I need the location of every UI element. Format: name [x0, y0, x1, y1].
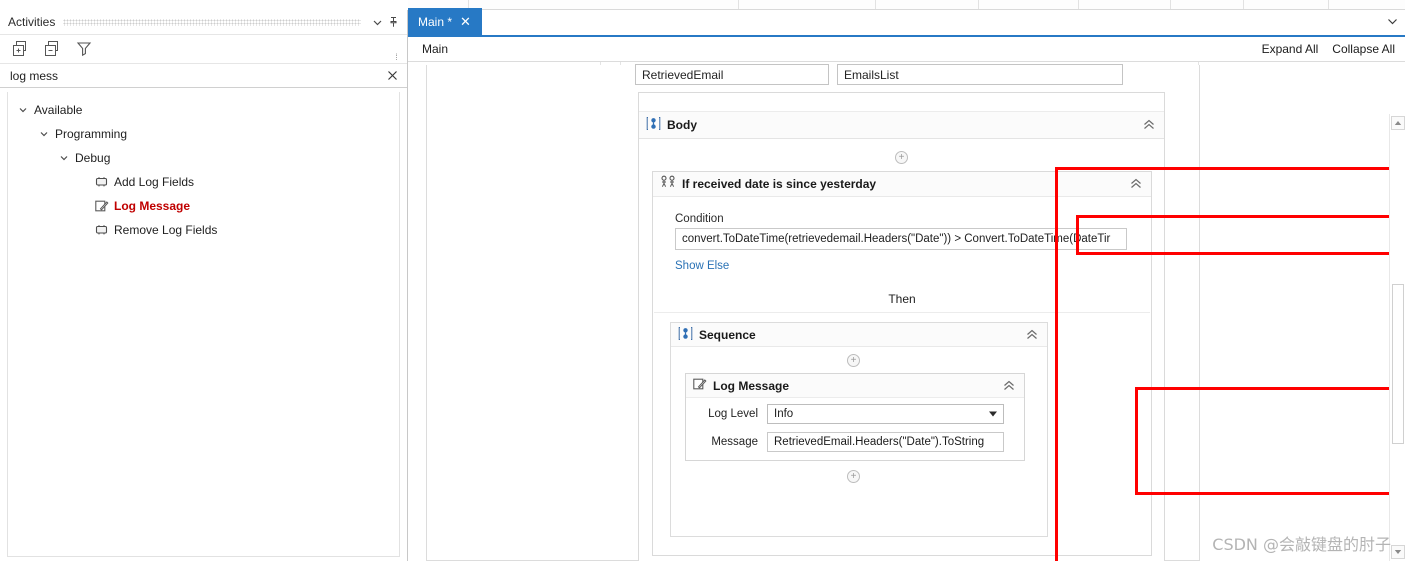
if-activity-header[interactable]: If received date is since yesterday: [653, 172, 1151, 197]
log-level-value: Info: [774, 408, 794, 420]
chevron-down-icon[interactable]: [1379, 8, 1405, 35]
expand-all-icon[interactable]: [10, 39, 30, 59]
log-message-header[interactable]: Log Message: [686, 374, 1024, 398]
expand-all-button[interactable]: Expand All: [1262, 42, 1319, 56]
activity-icon: [92, 222, 110, 238]
tab-strip-spacer: [482, 8, 1379, 35]
chevron-up-icon[interactable]: [1129, 177, 1143, 191]
branch-divider: [654, 312, 1150, 313]
workflow-designer: Main * ✕ Main Expand All Collapse All Re…: [408, 8, 1405, 561]
sequence-activity: Sequence + Log Message Log Level Info Me…: [670, 322, 1048, 537]
body-container: Body + If received date is since yesterd…: [638, 92, 1165, 561]
canvas-vertical-scrollbar[interactable]: [1389, 114, 1405, 561]
if-activity: If received date is since yesterday Cond…: [652, 171, 1152, 556]
close-icon[interactable]: ✕: [460, 15, 471, 28]
show-else-link[interactable]: Show Else: [675, 260, 729, 272]
chevron-down-icon: [989, 411, 997, 417]
sequence-title: Sequence: [699, 327, 756, 342]
tab-label: Main *: [418, 14, 453, 29]
search-input[interactable]: log mess: [10, 69, 385, 83]
close-icon[interactable]: [385, 69, 399, 83]
tree-item-label: Add Log Fields: [114, 175, 195, 189]
activity-icon: [92, 174, 110, 190]
breadcrumb[interactable]: Main: [422, 42, 448, 56]
add-activity-node[interactable]: +: [895, 151, 908, 164]
pin-icon[interactable]: [385, 14, 401, 30]
body-title: Body: [667, 118, 697, 132]
message-label: Message: [711, 436, 758, 448]
tree-item-label: Remove Log Fields: [114, 223, 218, 237]
chevron-up-icon[interactable]: [1025, 328, 1039, 342]
if-activity-title: If received date is since yesterday: [682, 177, 877, 191]
log-level-label: Log Level: [708, 408, 758, 420]
log-message-activity: Log Message Log Level Info Message Retri…: [685, 373, 1025, 461]
argument-field-retrieved-email[interactable]: RetrievedEmail: [635, 64, 829, 85]
workflow-canvas[interactable]: RetrievedEmail EmailsList Body + If rece…: [408, 62, 1405, 561]
argument-field-emails-list[interactable]: EmailsList: [837, 64, 1123, 85]
condition-label: Condition: [675, 213, 724, 225]
chevron-up-icon[interactable]: [1142, 118, 1156, 132]
chevron-down-icon[interactable]: [57, 151, 71, 165]
tree-item-log-message[interactable]: Log Message: [8, 194, 399, 218]
body-top-strip: [639, 93, 1164, 112]
tree-item-remove-log-fields[interactable]: Remove Log Fields: [8, 218, 399, 242]
application-window: Activities ⁞ log mess Available Programm…: [0, 0, 1405, 561]
collapse-all-icon[interactable]: [42, 39, 62, 59]
if-icon: [660, 175, 676, 193]
chevron-down-icon[interactable]: [369, 14, 385, 30]
scroll-down-icon[interactable]: [1391, 545, 1405, 559]
message-row: Message RetrievedEmail.Headers("Date").T…: [686, 430, 1024, 454]
log-level-row: Log Level Info: [686, 402, 1024, 426]
log-message-icon: [92, 198, 110, 214]
breadcrumb-bar: Main Expand All Collapse All: [408, 37, 1405, 62]
watermark: CSDN @会敲键盘的肘子: [1212, 535, 1391, 554]
add-activity-node[interactable]: +: [847, 354, 860, 367]
tree-group-debug[interactable]: Debug: [8, 146, 399, 170]
activities-toolbar: ⁞: [0, 35, 407, 64]
panel-title: Activities: [8, 15, 56, 29]
tree-item-label: Debug: [75, 151, 111, 165]
sequence-icon: [646, 116, 661, 134]
chevron-up-icon[interactable]: [1002, 379, 1016, 393]
tree-item-label: Log Message: [114, 199, 191, 213]
add-activity-node[interactable]: +: [847, 470, 860, 483]
title-dot-rule: [63, 18, 361, 26]
log-message-icon: [692, 377, 707, 394]
sequence-icon: [678, 326, 693, 344]
filter-icon[interactable]: [74, 39, 94, 59]
scrollbar-thumb[interactable]: [1392, 284, 1404, 444]
panel-resize-grip[interactable]: ⁞: [392, 53, 401, 62]
tab-strip: Main * ✕: [408, 8, 1405, 37]
chevron-down-icon[interactable]: [37, 127, 51, 141]
tree-group-programming[interactable]: Programming: [8, 122, 399, 146]
collapse-all-button[interactable]: Collapse All: [1332, 42, 1395, 56]
chevron-down-icon[interactable]: [16, 103, 30, 117]
tab-main[interactable]: Main * ✕: [408, 8, 482, 35]
activities-panel: Activities ⁞ log mess Available Programm…: [0, 10, 408, 561]
body-header[interactable]: Body: [639, 112, 1164, 139]
tree-item-add-log-fields[interactable]: Add Log Fields: [8, 170, 399, 194]
activities-panel-titlebar: Activities: [0, 10, 407, 35]
scroll-up-icon[interactable]: [1391, 116, 1405, 130]
then-branch-label: Then: [888, 292, 916, 306]
activities-tree: Available Programming Debug Add Log Fiel…: [7, 92, 400, 557]
log-level-select[interactable]: Info: [767, 404, 1004, 424]
sequence-header[interactable]: Sequence: [671, 323, 1047, 347]
tree-item-label: Available: [34, 103, 83, 117]
log-message-title: Log Message: [713, 378, 790, 393]
condition-input[interactable]: convert.ToDateTime(retrievedemail.Header…: [675, 228, 1127, 250]
activities-search-row[interactable]: log mess: [0, 64, 407, 88]
tree-item-label: Programming: [55, 127, 128, 141]
message-input[interactable]: RetrievedEmail.Headers("Date").ToString: [767, 432, 1004, 452]
tree-group-available[interactable]: Available: [8, 98, 399, 122]
